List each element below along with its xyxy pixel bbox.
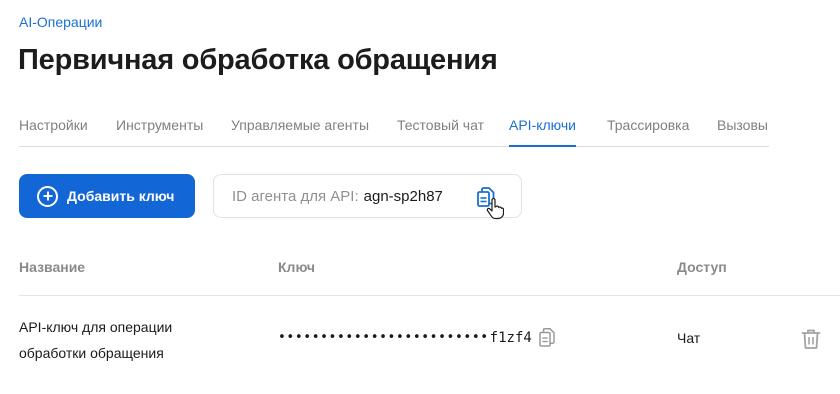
agent-id-label: ID агента для API: [232, 187, 359, 205]
column-header-access: Доступ [677, 259, 727, 275]
api-key-name: API-ключ для операции обработки обращени… [19, 314, 219, 366]
page-title: Первичная обработка обращения [18, 44, 498, 76]
tab-bar: Настройки Инструменты Управляемые агенты… [19, 117, 769, 147]
api-key-name-line2: обработки обращения [19, 345, 164, 361]
page: AI-Операции Первичная обработка обращени… [0, 0, 840, 394]
agent-id-value: agn-sp2h87 [363, 187, 443, 205]
trash-icon[interactable] [801, 328, 821, 350]
tab-settings[interactable]: Настройки [19, 117, 88, 147]
api-key-masked: ••••••••••••••••••••••••• [278, 330, 489, 345]
column-header-key: Ключ [278, 259, 315, 275]
api-key-name-line1: API-ключ для операции [19, 319, 173, 335]
column-header-name: Название [19, 259, 86, 275]
add-key-label: Добавить ключ [67, 188, 175, 204]
copy-key-icon[interactable] [539, 328, 555, 347]
tab-tracing[interactable]: Трассировка [607, 117, 689, 147]
tab-calls[interactable]: Вызовы [717, 117, 768, 147]
tab-api-keys[interactable]: API-ключи [509, 117, 576, 147]
agent-id-box: ID агента для API: agn-sp2h87 [213, 174, 522, 220]
tab-tools[interactable]: Инструменты [116, 117, 203, 147]
breadcrumb[interactable]: AI-Операции [19, 14, 102, 30]
api-key-access: Чат [677, 330, 701, 346]
hand-cursor-icon [486, 198, 504, 220]
plus-circle-icon [37, 185, 58, 207]
api-key-value: ••••••••••••••••••••••••• f1zf4 [278, 328, 555, 347]
api-key-suffix: f1zf4 [489, 329, 532, 346]
add-key-button[interactable]: Добавить ключ [19, 174, 195, 218]
tab-test-chat[interactable]: Тестовый чат [397, 117, 484, 147]
table-divider [19, 295, 840, 296]
tab-managed-agents[interactable]: Управляемые агенты [231, 117, 369, 147]
